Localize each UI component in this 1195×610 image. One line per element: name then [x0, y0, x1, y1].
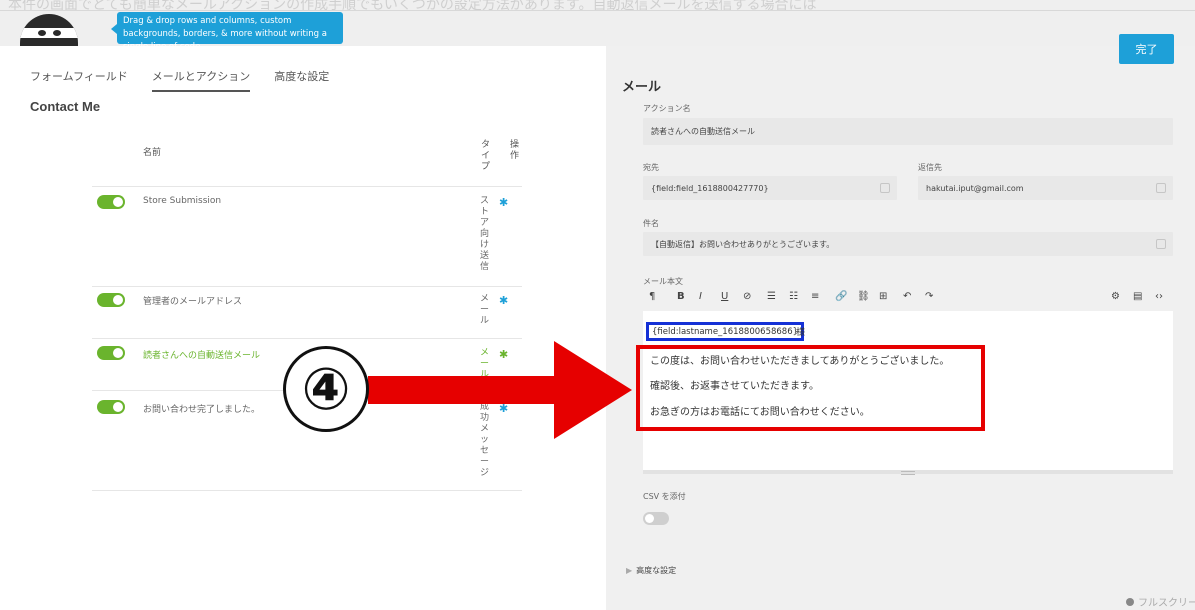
advanced-settings-label: 高度な設定: [636, 566, 677, 575]
ordered-list-icon[interactable]: ☰: [767, 291, 776, 302]
fullscreen-link[interactable]: フルスクリーン: [1126, 594, 1195, 609]
fullscreen-icon: [1126, 598, 1134, 606]
reply-to-label: 返信先: [918, 163, 942, 172]
merge-tag-highlight: {field:lastname_1618800658686}: [646, 322, 805, 341]
eraser-icon[interactable]: ⊘: [743, 291, 751, 302]
row-divider: [92, 338, 522, 339]
unlink-icon[interactable]: ⛓: [857, 291, 870, 302]
section-title: メール: [622, 79, 662, 94]
logo-eye: [53, 30, 61, 36]
action-name[interactable]: Store Submission: [143, 196, 221, 206]
tab-form-fields[interactable]: フォームフィールド: [30, 68, 128, 92]
subject-label: 件名: [643, 219, 659, 228]
triangle-right-icon: ▶: [626, 566, 633, 575]
column-header-type: タイプ: [481, 140, 491, 172]
left-panel: [0, 46, 606, 610]
merge-tags-icon[interactable]: ⚙: [1111, 291, 1120, 302]
bold-icon[interactable]: B: [677, 291, 685, 302]
column-header-operation: 操作: [510, 140, 520, 161]
action-toggle[interactable]: [97, 400, 125, 414]
subject-input[interactable]: 【自動返信】お問い合わせありがとうございます。: [643, 232, 1173, 256]
advanced-settings[interactable]: ▶ 高度な設定: [626, 565, 676, 576]
logo-band: [20, 28, 78, 38]
reply-to-input[interactable]: hakutai.iput@gmail.com: [918, 176, 1173, 200]
fullscreen-label: フルスクリーン: [1138, 598, 1195, 609]
tab-advanced[interactable]: 高度な設定: [274, 68, 329, 92]
to-value: {field:field_1618800427770}: [651, 183, 769, 193]
highlight-box: [636, 345, 985, 431]
arrow-shape: [368, 341, 632, 439]
paragraph-icon[interactable]: ¶: [649, 291, 655, 302]
align-icon[interactable]: ≡: [811, 291, 819, 302]
merge-tag-icon[interactable]: [880, 183, 890, 193]
merge-tag-suffix: 様: [796, 328, 806, 338]
action-name-label: アクション名: [643, 104, 691, 113]
italic-icon[interactable]: I: [699, 291, 702, 302]
action-name-input[interactable]: 読者さんへの自動送信メール: [643, 118, 1173, 145]
gear-icon[interactable]: ✱: [499, 197, 509, 208]
underline-icon[interactable]: U: [721, 291, 728, 302]
action-toggle[interactable]: [97, 293, 125, 307]
table-icon[interactable]: ⊞: [879, 291, 887, 302]
tab-emails-actions[interactable]: メールとアクション: [151, 68, 251, 92]
done-button[interactable]: 完了: [1119, 34, 1174, 64]
action-toggle[interactable]: [97, 346, 125, 360]
csv-label: CSV を添付: [643, 492, 686, 501]
divider: [0, 10, 1195, 11]
unordered-list-icon[interactable]: ☷: [789, 291, 798, 302]
form-title: Contact Me: [30, 99, 101, 114]
link-icon[interactable]: 🔗: [835, 291, 847, 302]
row-divider: [92, 286, 522, 287]
editor-resize-handle[interactable]: [643, 470, 1173, 475]
step-number-badge: ④: [283, 346, 369, 432]
action-name[interactable]: 管理者のメールアドレス: [143, 294, 242, 307]
editor-toolbar: ¶ B I U ⊘ ☰ ☷ ≡ 🔗 ⛓ ⊞ ↶ ↷ ⚙ ▤ ‹›: [643, 289, 1173, 309]
tab-bar: フォームフィールド メールとアクション 高度な設定: [30, 68, 329, 92]
row-divider: [92, 186, 522, 187]
redo-icon[interactable]: ↷: [925, 291, 933, 302]
red-arrow: [368, 341, 632, 439]
action-toggle[interactable]: [97, 195, 125, 209]
tooltip: Drag & drop rows and columns, custom bac…: [111, 12, 343, 52]
merge-tag-icon[interactable]: [1156, 239, 1166, 249]
gear-icon[interactable]: ✱: [499, 295, 509, 306]
action-type: ストア向け送信: [480, 196, 490, 272]
action-name[interactable]: お問い合わせ完了しました。: [143, 402, 260, 415]
column-header-name: 名前: [143, 148, 162, 158]
logo-eye: [38, 30, 46, 36]
code-view-icon[interactable]: ‹›: [1155, 291, 1163, 302]
csv-toggle[interactable]: [643, 512, 669, 525]
subject-value: 【自動返信】お問い合わせありがとうございます。: [651, 239, 835, 249]
to-input[interactable]: {field:field_1618800427770}: [643, 176, 897, 200]
to-label: 宛先: [643, 163, 659, 172]
merge-tag-icon[interactable]: [1156, 183, 1166, 193]
body-label: メール本文: [643, 277, 683, 286]
row-divider: [92, 490, 522, 491]
reply-to-value: hakutai.iput@gmail.com: [926, 183, 1024, 193]
action-type: メール: [480, 294, 490, 326]
undo-icon[interactable]: ↶: [903, 291, 911, 302]
media-icon[interactable]: ▤: [1133, 291, 1142, 302]
action-name[interactable]: 読者さんへの自動送信メール: [143, 348, 260, 361]
